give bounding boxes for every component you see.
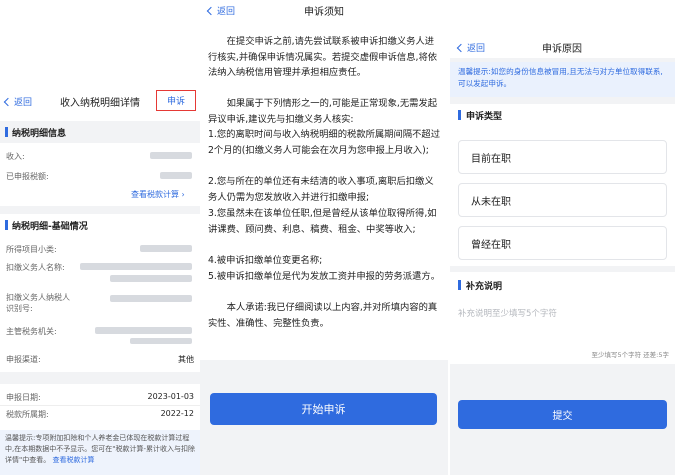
- notice-item: 3.您虽然未在该单位任职,但是曾经从该单位取得所得,如讲课费、顾问费、利息、稿费…: [208, 208, 437, 235]
- blank-area: [0, 0, 200, 86]
- redacted-value: [130, 338, 192, 344]
- declare-channel-row: 申报渠道: 其他: [6, 355, 194, 364]
- income-tax-detail-screen: 返回 收入纳税明细详情 申诉 纳税明细信息 收入: 已申报税额: 查看税款计算 …: [0, 0, 200, 475]
- back-button[interactable]: 返回: [3, 95, 32, 108]
- notice-item: 5.被申诉扣缴单位是代为发放工资并申报的劳务派遣方。: [208, 271, 440, 282]
- section-marker: [5, 220, 8, 230]
- extra-note-input[interactable]: 补充说明至少填写5个字符: [458, 307, 557, 319]
- declare-date-row: 申报日期: 2023-01-03: [6, 392, 194, 402]
- char-counter: 至少填写5个字符 还差:5字: [591, 351, 669, 359]
- option-currently-employed[interactable]: 目前在职: [458, 140, 667, 174]
- start-appeal-button[interactable]: 开始申诉: [210, 393, 437, 425]
- back-button[interactable]: 返回: [206, 4, 235, 17]
- notice-item: 2.您与所在的单位还有未结清的收入事项,离职后扣缴义务人仍需为您发放收入并进行扣…: [208, 176, 434, 203]
- withholder-name-row: 扣缴义务人名称:: [6, 263, 65, 272]
- chevron-left-icon: [206, 6, 216, 15]
- section-tax-info: 纳税明细信息: [0, 121, 200, 143]
- page-title: 收入纳税明细详情: [60, 98, 140, 109]
- redacted-value: [110, 295, 192, 302]
- view-tax-calculation-link[interactable]: 查看税款计算 ›: [131, 189, 185, 200]
- commitment-text: 本人承诺:我已仔细阅读以上内容,并对所填内容的真实性、准确性、完整性负责。: [208, 302, 438, 329]
- notice-item: 4.被申诉扣缴单位变更名称;: [208, 255, 323, 266]
- chevron-left-icon: [3, 97, 13, 106]
- page-title: 申诉原因: [542, 44, 582, 55]
- appeal-reason-screen: 返回 申诉原因 温馨提示:如您的身份信息被冒用,且无法与对方单位取得联系,可以发…: [450, 0, 675, 475]
- appeal-button[interactable]: 申诉: [156, 90, 196, 111]
- view-tax-calculation-link[interactable]: 查看税款计算: [52, 456, 94, 464]
- redacted-value: [110, 275, 192, 282]
- back-button[interactable]: 返回: [456, 41, 485, 54]
- redacted-value: [150, 152, 192, 159]
- redacted-value: [140, 245, 192, 252]
- tip-banner: 温馨提示:专项附加扣除和个人养老金已体现在税款计算过程中,在本期数据中不予显示。…: [0, 430, 200, 475]
- redacted-value: [160, 172, 192, 179]
- tax-period-row: 税款所属期: 2022-12: [6, 409, 194, 419]
- section-marker: [458, 280, 461, 290]
- appeal-notice-screen: 返回 申诉须知 在提交申诉之前,请先尝试联系被申诉扣缴义务人进行核实,并确保申诉…: [200, 0, 448, 475]
- option-previously-employed[interactable]: 曾经在职: [458, 226, 667, 260]
- tip-banner: 温馨提示:如您的身份信息被冒用,且无法与对方单位取得联系,可以发起申诉。: [450, 62, 675, 97]
- section-marker: [5, 127, 8, 137]
- section-gap: [0, 372, 200, 384]
- divider: [0, 405, 200, 406]
- page-title: 申诉须知: [304, 7, 344, 18]
- section-extra-note: 补充说明: [450, 274, 675, 296]
- submit-button[interactable]: 提交: [458, 400, 667, 429]
- section-appeal-type: 申诉类型: [450, 104, 675, 126]
- section-gap: [0, 206, 200, 214]
- withholder-id-row: 扣缴义务人纳税人识别号:: [6, 293, 70, 313]
- redacted-value: [80, 263, 192, 270]
- option-never-employed[interactable]: 从未在职: [458, 183, 667, 217]
- section-marker: [458, 110, 461, 120]
- notice-item: 1.您的离职时间与收入纳税明细的税款所属期间隔不超过2个月的(扣缴义务人可能会在…: [208, 129, 440, 156]
- notice-paragraph: 如果属于下列情形之一的,可能是正常现象,无需发起异议申诉,建议先与扣缴义务人核实…: [208, 98, 438, 125]
- redacted-value: [95, 327, 192, 334]
- section-basic-info: 纳税明细-基础情况: [0, 214, 200, 236]
- chevron-left-icon: [456, 43, 466, 52]
- notice-paragraph: 在提交申诉之前,请先尝试联系被申诉扣缴义务人进行核实,并确保申诉情况属实。若提交…: [208, 36, 438, 79]
